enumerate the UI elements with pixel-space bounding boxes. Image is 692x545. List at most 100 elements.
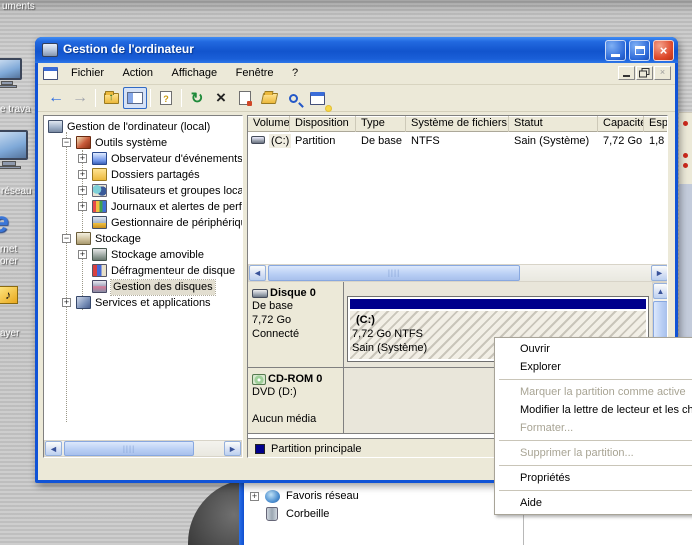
column-header-volume[interactable]: Volume [248, 116, 290, 132]
title-bar[interactable]: Gestion de l'ordinateur × [35, 37, 678, 63]
scroll-left-button[interactable]: ◄ [45, 441, 62, 456]
collapse-icon[interactable]: − [62, 234, 71, 243]
partition-selection-bar [350, 299, 646, 309]
tree-item-label[interactable]: Outils système [95, 136, 167, 151]
network-places-icon[interactable] [0, 130, 30, 178]
tree-item-journaux[interactable]: + Journaux et alertes de perfo [44, 199, 243, 215]
scroll-left-button[interactable]: ◄ [249, 265, 266, 281]
minimize-button[interactable] [605, 40, 626, 61]
tree-item-utilisateurs[interactable]: + Utilisateurs et groupes locau [44, 183, 243, 199]
maximize-button[interactable] [629, 40, 650, 61]
scroll-up-button[interactable]: ▲ [653, 283, 668, 299]
properties-button[interactable] [233, 87, 257, 109]
desktop-label-documents[interactable]: uments [2, 1, 35, 12]
menu-item-explorer[interactable]: Explorer [495, 358, 692, 376]
column-header-systeme-fichiers[interactable]: Système de fichiers [406, 116, 509, 132]
mdi-close-button[interactable]: × [654, 66, 671, 80]
tree-item-label[interactable]: Gestionnaire de périphérique [111, 216, 243, 231]
menu-fichier[interactable]: Fichier [64, 63, 111, 84]
internet-explorer-label-line1[interactable]: rnet [0, 244, 17, 255]
scrollbar-thumb[interactable]: |||| [268, 265, 520, 281]
tree-item-observateur[interactable]: + Observateur d'événements [44, 151, 243, 167]
forward-button[interactable]: → [68, 87, 92, 109]
tree-item-label[interactable]: Corbeille [286, 508, 329, 521]
mdi-restore-button[interactable] [636, 66, 653, 80]
menu-fenetre[interactable]: Fenêtre [229, 63, 281, 84]
scroll-right-button[interactable]: ► [224, 441, 241, 456]
tree-item-label[interactable]: Stockage amovible [111, 248, 204, 263]
scrollbar-thumb[interactable]: |||| [64, 441, 194, 456]
expand-icon[interactable]: + [78, 186, 87, 195]
tree-item-gestionnaire-peripheriques[interactable]: Gestionnaire de périphérique [44, 215, 243, 231]
close-button[interactable]: × [653, 40, 674, 61]
internet-explorer-icon[interactable]: e [0, 206, 28, 244]
my-computer-label[interactable]: e trava [0, 104, 31, 115]
tree-item-label[interactable]: Dossiers partagés [111, 168, 200, 183]
tree-item-label[interactable]: Stockage [95, 232, 141, 247]
menu-item-modifier-lettre-lecteur[interactable]: Modifier la lettre de lecteur et les che… [495, 401, 692, 419]
menu-action[interactable]: Action [115, 63, 160, 84]
window-title: Gestion de l'ordinateur [63, 42, 194, 56]
find-button[interactable] [281, 87, 305, 109]
tree-item-root[interactable]: Gestion de l'ordinateur (local) [44, 119, 243, 135]
console-settings-button[interactable] [305, 87, 329, 109]
tree-item-label[interactable]: Observateur d'événements [111, 152, 243, 167]
tree-item-label[interactable]: Défragmenteur de disque [111, 264, 235, 279]
expand-icon[interactable]: + [78, 202, 87, 211]
column-header-statut[interactable]: Statut [509, 116, 598, 132]
disk0-name: Disque 0 [270, 287, 316, 299]
tree-item-stockage[interactable]: − Stockage [44, 231, 243, 247]
tree-item-label[interactable]: Journaux et alertes de perfo [111, 200, 243, 215]
mdi-minimize-button[interactable] [618, 66, 635, 80]
tree-item-label[interactable]: Favoris réseau [286, 490, 359, 503]
help-topics-button[interactable]: ? [154, 87, 178, 109]
expand-icon[interactable]: + [62, 298, 71, 307]
expand-icon[interactable]: + [78, 250, 87, 259]
network-places-label[interactable]: réseau [1, 186, 32, 197]
desktop: uments e trava réseau e rnet orer ♪ ayer… [0, 0, 692, 545]
open-button[interactable] [257, 87, 281, 109]
expand-plus-icon[interactable]: + [250, 492, 259, 501]
tree-item-label-selected[interactable]: Gestion des disques [111, 280, 215, 295]
cdrom0-label-panel[interactable]: CD-ROM 0 DVD (D:) Aucun média [248, 368, 344, 433]
column-header-capacite[interactable]: Capacité [598, 116, 644, 132]
volume-row-c[interactable]: (C:) Partition De base NTFS Sain (Systèm… [248, 133, 668, 149]
delete-button[interactable]: × [209, 87, 233, 109]
tree-horizontal-scrollbar[interactable]: ◄ |||| ► [44, 440, 242, 457]
media-player-label[interactable]: ayer [0, 328, 19, 339]
menu-item-ouvrir[interactable]: Ouvrir [495, 340, 692, 358]
menu-item-proprietes[interactable]: Propriétés [495, 469, 692, 487]
console-document-icon[interactable] [43, 67, 58, 80]
back-button[interactable]: ← [44, 87, 68, 109]
expand-icon[interactable]: + [78, 154, 87, 163]
tree-item-outils-systeme[interactable]: − Outils système [44, 135, 243, 151]
column-header-espace[interactable]: Esp [644, 116, 668, 132]
refresh-button[interactable]: ↻ [185, 87, 209, 109]
show-hide-console-tree-button[interactable] [123, 87, 147, 109]
tree-item-label[interactable]: Utilisateurs et groupes locau [111, 184, 243, 199]
expand-icon[interactable]: + [78, 170, 87, 179]
list-horizontal-scrollbar[interactable]: ◄ |||| ► [248, 264, 668, 282]
tree-item-services-applications[interactable]: + Services et applications [44, 295, 243, 311]
internet-explorer-label-line2[interactable]: orer [0, 256, 18, 267]
up-one-level-button[interactable]: ↑ [99, 87, 123, 109]
column-header-type[interactable]: Type [356, 116, 406, 132]
cell-volume[interactable]: (C:) [269, 134, 291, 148]
collapse-icon[interactable]: − [62, 138, 71, 147]
tree-item-defragmenteur[interactable]: Défragmenteur de disque [44, 263, 243, 279]
tree-item-label[interactable]: Services et applications [95, 296, 211, 311]
column-header-disposition[interactable]: Disposition [290, 116, 356, 132]
tree-item-label[interactable]: Gestion de l'ordinateur (local) [67, 120, 210, 135]
tree-item-dossiers-partages[interactable]: + Dossiers partagés [44, 167, 243, 183]
console-tree-icon [127, 92, 143, 104]
tree-item-gestion-des-disques[interactable]: Gestion des disques [44, 279, 243, 295]
tree-item-stockage-amovible[interactable]: + Stockage amovible [44, 247, 243, 263]
scroll-right-button[interactable]: ► [651, 265, 668, 281]
menu-item-aide[interactable]: Aide [495, 494, 692, 512]
menu-affichage[interactable]: Affichage [165, 63, 225, 84]
media-player-icon[interactable]: ♪ [0, 286, 18, 304]
my-computer-icon[interactable] [0, 56, 26, 96]
network-neighborhood-icon [265, 490, 280, 503]
disk0-label-panel[interactable]: Disque 0 De base 7,72 Go Connecté [248, 282, 344, 367]
menu-help[interactable]: ? [285, 63, 305, 84]
